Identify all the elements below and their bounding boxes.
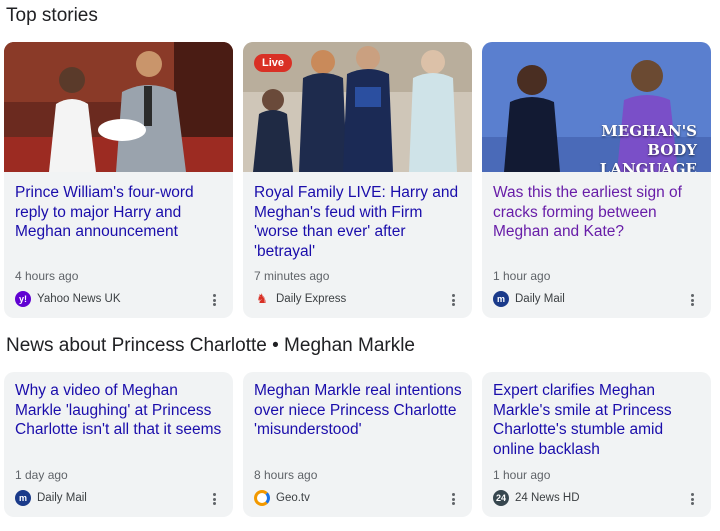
source-name: 24 News HD — [515, 492, 580, 504]
image-caption-text: MEGHAN'S BODY LANGUAGE — [599, 122, 697, 172]
source-name: Daily Mail — [515, 293, 565, 305]
more-options-button[interactable] — [209, 292, 219, 308]
story-headline[interactable]: Why a video of Meghan Markle 'laughing' … — [15, 381, 223, 440]
story-source[interactable]: m Daily Mail — [493, 291, 565, 307]
story-timestamp: 7 minutes ago — [254, 269, 330, 283]
source-name: Yahoo News UK — [37, 293, 121, 305]
story-headline[interactable]: Was this the earliest sign of cracks for… — [493, 183, 701, 242]
story-timestamp: 1 hour ago — [493, 468, 551, 482]
story-source[interactable]: y! Yahoo News UK — [15, 291, 121, 307]
more-options-button[interactable] — [448, 491, 458, 507]
top-story-card[interactable]: Live Royal Family LIVE: Harry and Meghan… — [243, 42, 472, 318]
news-about-heading: News about Princess Charlotte • Meghan M… — [6, 335, 416, 356]
story-headline[interactable]: Prince William's four-word reply to majo… — [15, 183, 223, 242]
live-badge: Live — [254, 54, 293, 72]
news-card[interactable]: Expert clarifies Meghan Markle's smile a… — [482, 372, 711, 517]
story-timestamp: 4 hours ago — [15, 269, 79, 283]
more-options-button[interactable] — [209, 491, 219, 507]
story-headline[interactable]: Meghan Markle real intentions over niece… — [254, 381, 462, 440]
more-options-button[interactable] — [687, 491, 697, 507]
daily-mail-logo-icon: m — [493, 291, 509, 307]
more-options-button[interactable] — [448, 292, 458, 308]
story-source[interactable]: ♞ Daily Express — [254, 291, 346, 307]
top-stories-heading: Top stories — [6, 5, 98, 26]
daily-mail-logo-icon: m — [15, 490, 31, 506]
story-headline[interactable]: Royal Family LIVE: Harry and Meghan's fe… — [254, 183, 462, 261]
news-card[interactable]: Meghan Markle real intentions over niece… — [243, 372, 472, 517]
geo-tv-logo-icon — [254, 490, 270, 506]
story-thumbnail[interactable] — [4, 42, 233, 172]
story-thumbnail[interactable]: MEGHAN'S BODY LANGUAGE — [482, 42, 711, 172]
story-timestamp: 8 hours ago — [254, 468, 318, 482]
story-timestamp: 1 hour ago — [493, 269, 551, 283]
more-options-button[interactable] — [687, 292, 697, 308]
source-name: Geo.tv — [276, 492, 310, 504]
yahoo-logo-icon: y! — [15, 291, 31, 307]
source-name: Daily Express — [276, 293, 347, 305]
daily-express-logo-icon: ♞ — [256, 291, 268, 306]
story-source[interactable]: Geo.tv — [254, 490, 310, 506]
top-story-card[interactable]: MEGHAN'S BODY LANGUAGE Was this the earl… — [482, 42, 711, 318]
story-thumbnail[interactable]: Live — [243, 42, 472, 172]
source-name: Daily Mail — [37, 492, 87, 504]
news-card[interactable]: Why a video of Meghan Markle 'laughing' … — [4, 372, 233, 517]
story-headline[interactable]: Expert clarifies Meghan Markle's smile a… — [493, 381, 701, 459]
story-source[interactable]: m Daily Mail — [15, 490, 87, 506]
story-source[interactable]: 24 24 News HD — [493, 490, 580, 506]
24-news-hd-logo-icon: 24 — [493, 490, 509, 506]
top-story-card[interactable]: Prince William's four-word reply to majo… — [4, 42, 233, 318]
story-timestamp: 1 day ago — [15, 468, 68, 482]
